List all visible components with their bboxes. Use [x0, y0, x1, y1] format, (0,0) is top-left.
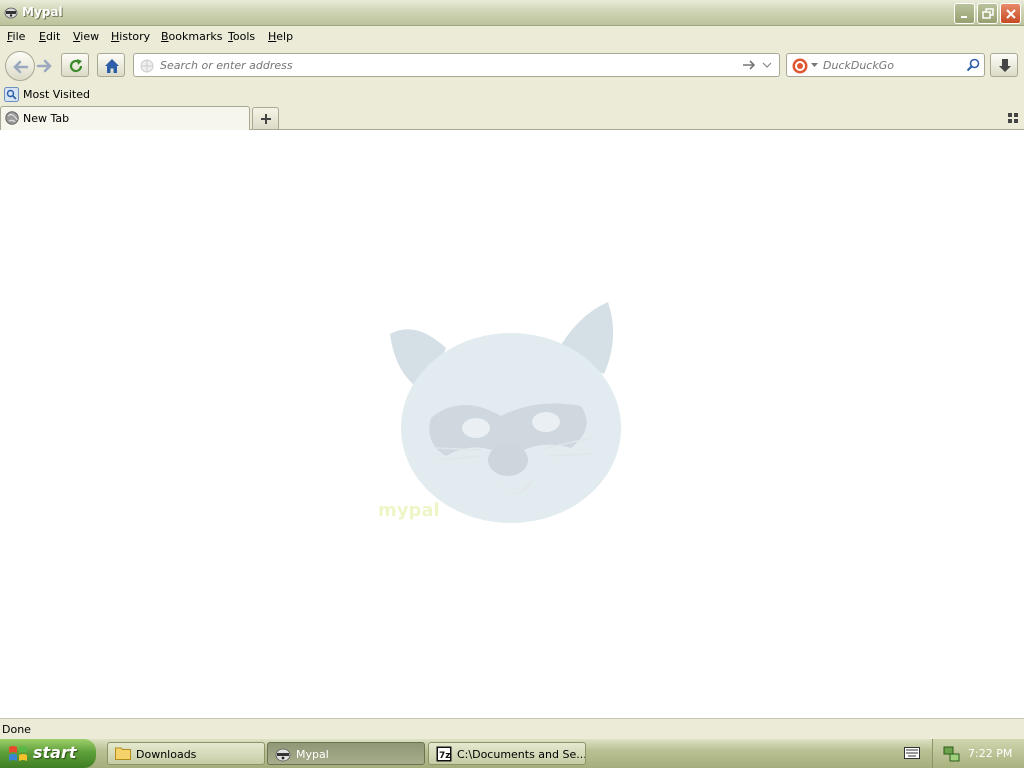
tab-new-tab[interactable]: New Tab	[0, 106, 250, 130]
system-tray: 7:22 PM	[932, 739, 1024, 768]
engine-dropdown-icon[interactable]	[811, 63, 818, 67]
back-arrow-icon	[13, 60, 29, 74]
7zip-icon: 7z	[436, 746, 452, 762]
bookmark-folder-icon	[4, 87, 19, 102]
globe-icon	[5, 111, 19, 125]
search-icon[interactable]	[966, 58, 980, 72]
dropdown-arrow-icon[interactable]	[762, 62, 772, 68]
list-all-tabs-icon[interactable]	[1008, 113, 1018, 123]
menu-tools[interactable]: Tools	[228, 30, 255, 43]
network-icon[interactable]	[943, 745, 961, 763]
folder-icon	[115, 747, 131, 760]
menu-file[interactable]: File	[7, 30, 25, 43]
reload-button[interactable]	[61, 53, 89, 77]
bookmarks-toolbar: Most Visited	[0, 84, 1024, 106]
start-button[interactable]: start	[0, 739, 96, 768]
address-input[interactable]	[160, 57, 730, 73]
logo-text: mypal	[378, 500, 440, 521]
start-label: start	[33, 743, 77, 762]
taskbar-item-7zip[interactable]: 7z C:\Documents and Se...	[428, 742, 586, 765]
taskbar-item-label: Mypal	[296, 748, 329, 761]
taskbar: start Downloads Mypal 7z C:\Documents an…	[0, 739, 1024, 768]
duckduckgo-icon[interactable]	[792, 58, 808, 74]
taskbar-item-label: Downloads	[136, 748, 197, 761]
menu-view[interactable]: View	[73, 30, 99, 43]
minimize-button[interactable]	[954, 3, 975, 24]
download-icon	[999, 59, 1011, 72]
menu-bookmarks[interactable]: Bookmarks	[161, 30, 222, 43]
windows-flag-icon	[9, 746, 27, 761]
search-input[interactable]	[823, 57, 963, 73]
menu-history[interactable]: History	[111, 30, 150, 43]
status-bar: Done	[0, 718, 1024, 739]
raccoon-mascot-logo: mypal	[378, 302, 621, 523]
status-text: Done	[2, 723, 31, 736]
tab-strip: New Tab	[0, 106, 1024, 130]
page-content: mypal	[0, 130, 1024, 718]
forward-button[interactable]	[35, 56, 57, 76]
back-button[interactable]	[5, 51, 35, 81]
plus-icon	[261, 114, 271, 124]
clock[interactable]: 7:22 PM	[968, 747, 1012, 760]
downloads-button[interactable]	[990, 53, 1018, 77]
bookmark-most-visited[interactable]: Most Visited	[23, 88, 90, 101]
address-bar[interactable]	[133, 53, 780, 77]
go-arrow-icon[interactable]	[742, 58, 756, 72]
menu-edit[interactable]: Edit	[39, 30, 60, 43]
raccoon-icon	[4, 7, 18, 19]
svg-text:7z: 7z	[439, 751, 451, 761]
globe-icon	[140, 59, 154, 73]
close-button[interactable]	[1000, 3, 1021, 24]
home-button[interactable]	[97, 53, 125, 77]
close-icon	[1006, 9, 1016, 19]
navigation-toolbar	[0, 48, 1024, 84]
minimize-icon	[961, 16, 967, 18]
restore-icon	[982, 8, 994, 19]
menu-bar: File Edit View History Bookmarks Tools H…	[0, 26, 1024, 48]
new-tab-button[interactable]	[252, 107, 279, 129]
menu-help[interactable]: Help	[268, 30, 293, 43]
window-titlebar[interactable]: Mypal	[0, 0, 1024, 26]
taskbar-item-mypal[interactable]: Mypal	[267, 742, 425, 765]
raccoon-icon	[275, 748, 291, 762]
forward-arrow-icon	[36, 59, 52, 73]
window-title: Mypal	[22, 5, 63, 19]
home-icon	[105, 59, 119, 73]
taskbar-item-downloads[interactable]: Downloads	[107, 742, 265, 765]
tab-label: New Tab	[23, 112, 70, 125]
restore-button[interactable]	[977, 3, 998, 24]
keyboard-icon[interactable]	[904, 747, 920, 759]
taskbar-item-label: C:\Documents and Se...	[457, 748, 586, 761]
search-bar[interactable]	[786, 53, 985, 77]
reload-icon	[69, 59, 83, 73]
